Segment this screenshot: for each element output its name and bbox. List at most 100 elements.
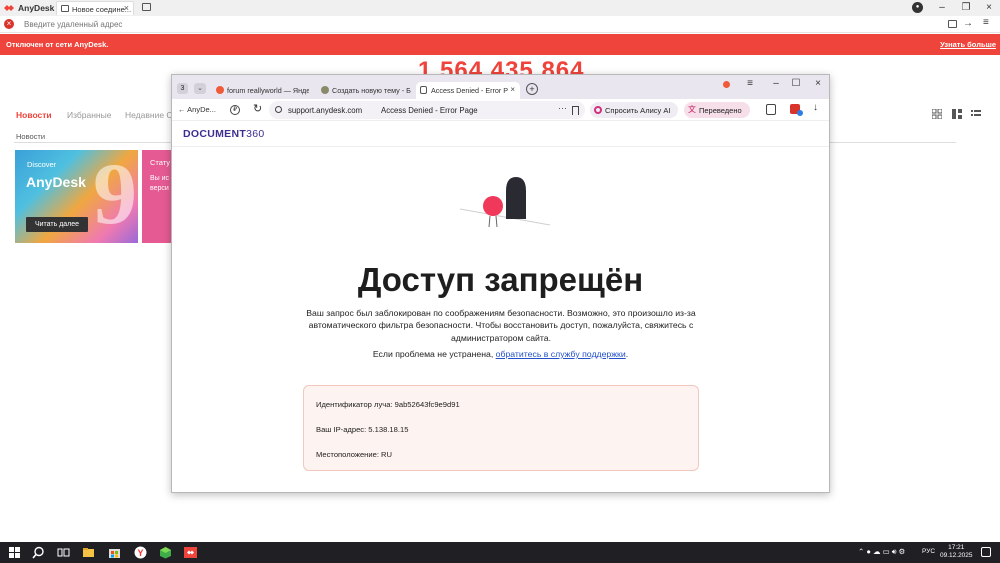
connect-arrow-icon[interactable]: → [963, 18, 973, 29]
document360-logo[interactable]: DOCUMENT360 [183, 128, 264, 140]
news-card-discover[interactable]: 9 Discover AnyDesk Читать далее [15, 150, 138, 243]
news-card-status[interactable]: Стату Вы ис верси [142, 150, 172, 243]
location: Местоположение: RU [316, 450, 393, 459]
learn-more-link[interactable]: Узнать больше [940, 40, 996, 49]
close-icon[interactable]: × [811, 78, 825, 89]
extension-badge-icon [797, 110, 803, 116]
site-info-icon[interactable] [275, 106, 282, 113]
svg-text:Y: Y [137, 548, 143, 558]
download-icon[interactable]: ↓ [813, 102, 818, 113]
page-title-text: Access Denied - Error Page [381, 106, 478, 115]
bookmark-icon[interactable] [572, 106, 579, 115]
new-tab-icon[interactable]: + [526, 83, 538, 95]
store-icon[interactable] [108, 546, 121, 559]
tile-view-icon[interactable] [952, 109, 962, 119]
site-favicon-icon [321, 86, 329, 94]
notifications-icon[interactable] [981, 547, 991, 557]
support-link[interactable]: обратитесь в службу поддержки [496, 349, 626, 359]
restore-icon[interactable]: ❐ [960, 2, 972, 13]
url-text: support.anydesk.com [288, 106, 363, 115]
yandex-browser-icon[interactable]: Y [134, 546, 147, 559]
access-denied-illustration [460, 177, 551, 228]
translated-label: Переведено [699, 106, 742, 115]
protect-shield-icon[interactable]: ₽ [230, 105, 240, 115]
ip-address: Ваш IP-адрес: 5.138.18.15 [316, 425, 409, 434]
taskbar: Y ⌃ ● ☁ ▭ 🔊︎ ⚙ РУС 17:21 09.12.2025 [0, 542, 1000, 563]
tab-create-topic[interactable]: Создать новую тему - Б [317, 82, 412, 99]
offline-banner: Отключен от сети AnyDesk. Узнать больше [0, 34, 1000, 55]
anydesk-logo-icon [4, 5, 14, 11]
nav-news[interactable]: Новости [16, 110, 52, 120]
task-view-icon[interactable] [57, 546, 70, 559]
alice-icon [594, 106, 602, 114]
offline-error-icon: × [4, 19, 14, 29]
tab-forum[interactable]: forum reallyworld — Янде [212, 82, 309, 99]
menu-icon[interactable]: ≡ [983, 17, 989, 28]
tab-label: Новое соедине... [72, 5, 132, 14]
ray-id: Идентификатор луча: 9ab52643fc9e9d91 [316, 400, 460, 409]
chevron-down-icon[interactable]: ⌄ [194, 83, 206, 94]
page-header: DOCUMENT360 [172, 122, 829, 147]
tab-new-connection[interactable]: Новое соедине... × [56, 1, 134, 15]
nav-recent[interactable]: Недавние С [125, 110, 173, 120]
system-tray-icons[interactable]: ⌃ ● ☁ ▭ 🔊︎ ⚙ [858, 547, 905, 557]
language-indicator[interactable]: РУС [922, 548, 935, 555]
tab-label: forum reallyworld — Янде [227, 86, 309, 95]
account-icon[interactable]: ● [912, 2, 923, 13]
tab-access-denied[interactable]: Access Denied - Error P × [416, 82, 520, 99]
list-view-icon[interactable] [971, 109, 981, 119]
yandex-favicon-icon [216, 86, 224, 94]
page-favicon-icon [420, 86, 427, 94]
browser-tab-bar: 3 ⌄ forum reallyworld — Янде Создать нов… [172, 75, 829, 99]
url-bar[interactable]: support.anydesk.com Access Denied - Erro… [269, 101, 585, 119]
tab-label: Создать новую тему - Б [332, 86, 411, 95]
page-description: Ваш запрос был заблокирован по соображен… [306, 308, 696, 343]
browser-window: 3 ⌄ forum reallyworld — Янде Создать нов… [171, 74, 830, 493]
grid-view-icon[interactable] [932, 109, 942, 119]
card-title: Стату [150, 158, 171, 167]
remote-address-input[interactable] [18, 17, 938, 32]
monitor-icon [61, 5, 69, 12]
card-big-digit: 9 [93, 150, 137, 243]
alice-label: Спросить Алису AI [605, 106, 671, 115]
tab-count[interactable]: 3 [177, 83, 188, 94]
section-label: Новости [16, 132, 46, 141]
browser-address-row: ← AnyDe... ₽ ↻ support.anydesk.com Acces… [172, 99, 829, 121]
banner-text: Отключен от сети AnyDesk. [6, 40, 109, 49]
anydesk-titlebar: AnyDesk Новое соедине... × ● – ❐ × [0, 0, 1000, 16]
tab-close-icon[interactable]: × [510, 85, 515, 94]
minimize-icon[interactable]: – [936, 2, 948, 13]
back-button[interactable]: ← AnyDe... [178, 105, 216, 114]
new-tab-icon[interactable] [142, 3, 151, 11]
anydesk-taskbar-icon[interactable] [184, 546, 197, 559]
reload-icon[interactable]: ↻ [253, 102, 262, 115]
ask-alice-button[interactable]: Спросить Алису AI [590, 102, 678, 118]
file-explorer-icon[interactable] [82, 546, 95, 559]
more-icon[interactable]: ··· [558, 103, 567, 113]
windows-start-icon[interactable] [8, 546, 21, 559]
search-icon[interactable] [32, 546, 45, 559]
tab-label: Access Denied - Error P [431, 86, 509, 95]
close-icon[interactable]: × [983, 2, 995, 13]
minimize-icon[interactable]: – [769, 78, 783, 89]
read-more-button[interactable]: Читать далее [26, 217, 88, 232]
maximize-icon[interactable]: ☐ [789, 78, 803, 89]
app-title: AnyDesk [18, 3, 55, 13]
tab-close-icon[interactable]: × [124, 3, 129, 13]
card-title: AnyDesk [26, 174, 86, 190]
error-details-box: Идентификатор луча: 9ab52643fc9e9d91 Ваш… [303, 385, 699, 471]
clock[interactable]: 17:21 09.12.2025 [940, 544, 973, 560]
anydesk-address-bar: × → ≡ [0, 16, 1000, 33]
extension-icon[interactable] [723, 81, 730, 88]
card-text: Вы ис верси [150, 175, 170, 192]
app-cube-icon[interactable] [159, 546, 172, 559]
card-small-title: Discover [27, 160, 57, 169]
translated-button[interactable]: 文 Переведено [684, 102, 750, 118]
screen-icon[interactable] [948, 20, 957, 28]
translate-icon: 文 [688, 105, 696, 114]
sidebar-icon[interactable] [766, 104, 776, 115]
menu-icon[interactable]: ≡ [743, 78, 757, 89]
page-heading: Доступ запрещён [357, 261, 644, 298]
help-text: Если проблема не устранена, обратитесь в… [372, 349, 629, 359]
nav-favorites[interactable]: Избранные [67, 110, 111, 120]
